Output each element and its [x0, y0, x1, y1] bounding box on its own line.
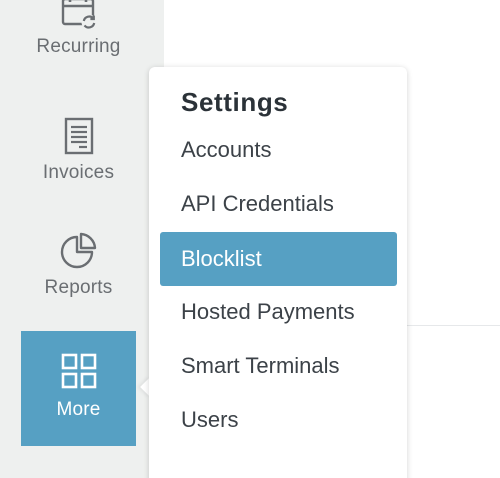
- app-window: Recurring Invoices Reports More Settings…: [0, 0, 500, 478]
- menu-title: Settings: [181, 87, 289, 117]
- sidebar-item-recurring[interactable]: Recurring: [21, 0, 136, 105]
- sidebar-item-label: Recurring: [36, 36, 121, 57]
- settings-menu: Settings Accounts API Credentials Blockl…: [149, 67, 407, 478]
- invoice-icon: [59, 116, 99, 156]
- calendar-refresh-icon: [59, 0, 99, 30]
- menu-item-users[interactable]: Users: [160, 393, 397, 447]
- menu-item-api-credentials[interactable]: API Credentials: [160, 177, 397, 231]
- grid-icon: [59, 351, 99, 391]
- sidebar: Recurring Invoices Reports More: [0, 0, 164, 478]
- sidebar-item-more[interactable]: More: [21, 331, 136, 446]
- sidebar-item-label: Reports: [44, 277, 113, 298]
- sidebar-item-reports[interactable]: Reports: [21, 231, 136, 346]
- menu-item-smart-terminals[interactable]: Smart Terminals: [160, 339, 397, 393]
- sidebar-item-label: Invoices: [42, 162, 115, 183]
- pie-chart-icon: [59, 231, 99, 271]
- menu-item-accounts[interactable]: Accounts: [160, 123, 397, 177]
- sidebar-item-invoices[interactable]: Invoices: [21, 116, 136, 231]
- menu-item-blocklist[interactable]: Blocklist: [160, 232, 397, 286]
- menu-item-hosted-payments[interactable]: Hosted Payments: [160, 285, 397, 339]
- sidebar-item-label: More: [56, 399, 101, 420]
